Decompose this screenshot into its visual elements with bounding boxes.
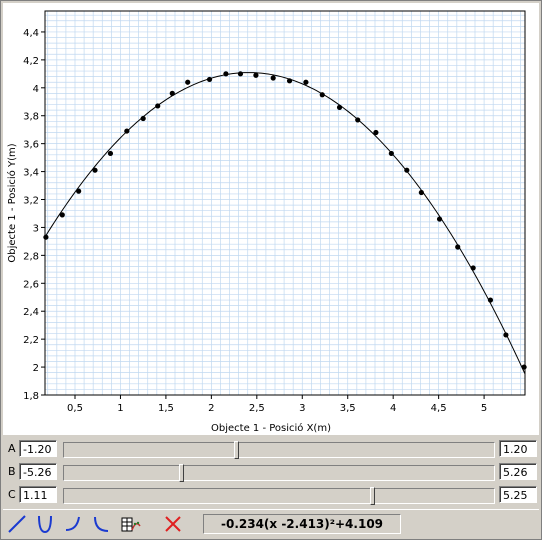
x-tick-label: 3 <box>299 403 305 414</box>
power-fit-icon <box>94 516 109 532</box>
data-point <box>124 128 130 134</box>
y-tick-label: 2,2 <box>23 335 39 346</box>
y-tick-label: 3,4 <box>23 168 39 179</box>
linear-fit-button[interactable] <box>5 512 29 536</box>
x-tick-label: 4,5 <box>431 403 447 414</box>
data-point <box>521 364 527 370</box>
data-point <box>59 212 65 218</box>
y-tick-label: 4,2 <box>23 56 39 67</box>
data-point <box>185 79 191 85</box>
slider-b-row: B -5.26 5.26 <box>5 462 537 484</box>
data-point <box>286 78 293 84</box>
table-fit-button[interactable] <box>119 512 143 536</box>
fit-window: 0,5 1 1,5 2 2,5 3 3,5 4 4,5 5 1,8 2 2,2 2,4 2,6 2,8 3 3,… <box>0 0 542 540</box>
data-point <box>418 189 424 196</box>
data-point <box>43 234 49 240</box>
fit-toolbar: -0.234(x -2.413)²+4.109 <box>3 509 539 538</box>
x-tick-label: 2 <box>208 403 214 414</box>
x-tick-label: 1 <box>117 403 123 414</box>
y-tick-label: 2 <box>33 363 39 374</box>
y-tick-label: 1,8 <box>23 391 39 402</box>
fit-formula-display: -0.234(x -2.413)²+4.109 <box>203 514 401 534</box>
slider-b-label: B <box>8 465 16 478</box>
y-tick-label: 2,4 <box>23 307 39 318</box>
data-point <box>319 92 325 98</box>
y-tick-label: 3,2 <box>23 196 39 207</box>
slider-c-label: C <box>8 488 16 501</box>
slider-c-thumb[interactable] <box>370 487 375 505</box>
y-tick-label: 4,4 <box>23 28 39 39</box>
y-tick-label: 3 <box>33 223 39 234</box>
y-tick-label: 3,8 <box>23 112 39 123</box>
data-point <box>487 297 494 303</box>
data-point <box>336 104 343 110</box>
data-point <box>253 72 259 78</box>
data-point <box>503 332 509 338</box>
data-point <box>92 167 98 173</box>
y-tick-label: 2,8 <box>23 251 39 262</box>
slider-a-label: A <box>8 442 16 455</box>
data-point <box>373 129 379 136</box>
linear-fit-icon <box>8 515 26 533</box>
slider-c-min-field[interactable]: 1.11 <box>19 486 57 503</box>
data-point <box>388 150 394 157</box>
slider-c-track[interactable] <box>63 487 495 505</box>
y-tick-label: 3,6 <box>23 140 39 151</box>
slider-a-track[interactable] <box>63 441 495 459</box>
exponential-fit-icon <box>65 516 80 531</box>
data-point <box>237 71 244 77</box>
delete-fit-button[interactable] <box>161 512 185 536</box>
slider-b-track[interactable] <box>63 464 495 482</box>
slider-c-row: C 1.11 5.25 <box>5 485 537 507</box>
data-point <box>355 117 361 123</box>
data-point <box>436 216 443 222</box>
x-axis-label: Objecte 1 - Posició X(m) <box>211 422 331 434</box>
data-point <box>107 150 114 157</box>
x-tick-label: 0,5 <box>67 403 83 414</box>
fit-curve <box>44 72 526 375</box>
x-tick-label: 5 <box>481 403 487 414</box>
chart-svg[interactable]: 0,5 1 1,5 2 2,5 3 3,5 4 4,5 5 1,8 2 2,2 2,4 2,6 2,8 3 3,… <box>3 3 539 435</box>
data-point <box>76 188 82 194</box>
slider-b-max-field[interactable]: 5.26 <box>499 463 537 480</box>
slider-a-max-field[interactable]: 1.20 <box>499 440 537 457</box>
slider-b-thumb[interactable] <box>178 464 184 482</box>
slider-b-min-field[interactable]: -5.26 <box>19 463 57 480</box>
data-point <box>303 79 309 85</box>
slider-a-row: A -1.20 1.20 <box>5 439 537 461</box>
slider-c-max-field[interactable]: 5.25 <box>499 486 537 503</box>
data-point <box>470 265 476 271</box>
data-point <box>270 75 276 81</box>
y-axis-label: Objecte 1 - Posició Y(m) <box>6 143 18 262</box>
data-point <box>169 90 175 96</box>
data-point <box>455 244 461 250</box>
table-fit-icon <box>121 517 141 532</box>
data-point <box>404 167 410 173</box>
plot-frame <box>44 10 526 396</box>
slider-a-min-field[interactable]: -1.20 <box>19 440 57 457</box>
x-tick-label: 2,5 <box>249 403 265 414</box>
exponential-fit-button[interactable] <box>61 512 85 536</box>
x-tick-label: 4 <box>390 403 396 414</box>
power-fit-button[interactable] <box>89 512 113 536</box>
data-point <box>223 71 229 77</box>
parabola-fit-button[interactable] <box>33 512 57 536</box>
delete-fit-icon <box>165 516 181 532</box>
slider-a-thumb[interactable] <box>234 441 239 459</box>
data-point <box>206 76 213 83</box>
chart-area: 0,5 1 1,5 2 2,5 3 3,5 4 4,5 5 1,8 2 2,2 2,4 2,6 2,8 3 3,… <box>3 3 539 435</box>
data-point <box>140 115 146 122</box>
data-point <box>155 103 161 109</box>
x-tick-label: 3,5 <box>340 403 356 414</box>
x-tick-label: 1,5 <box>158 403 174 414</box>
y-tick-label: 4 <box>33 84 39 95</box>
parabola-fit-icon <box>38 515 52 534</box>
y-tick-label: 2,6 <box>23 279 39 290</box>
